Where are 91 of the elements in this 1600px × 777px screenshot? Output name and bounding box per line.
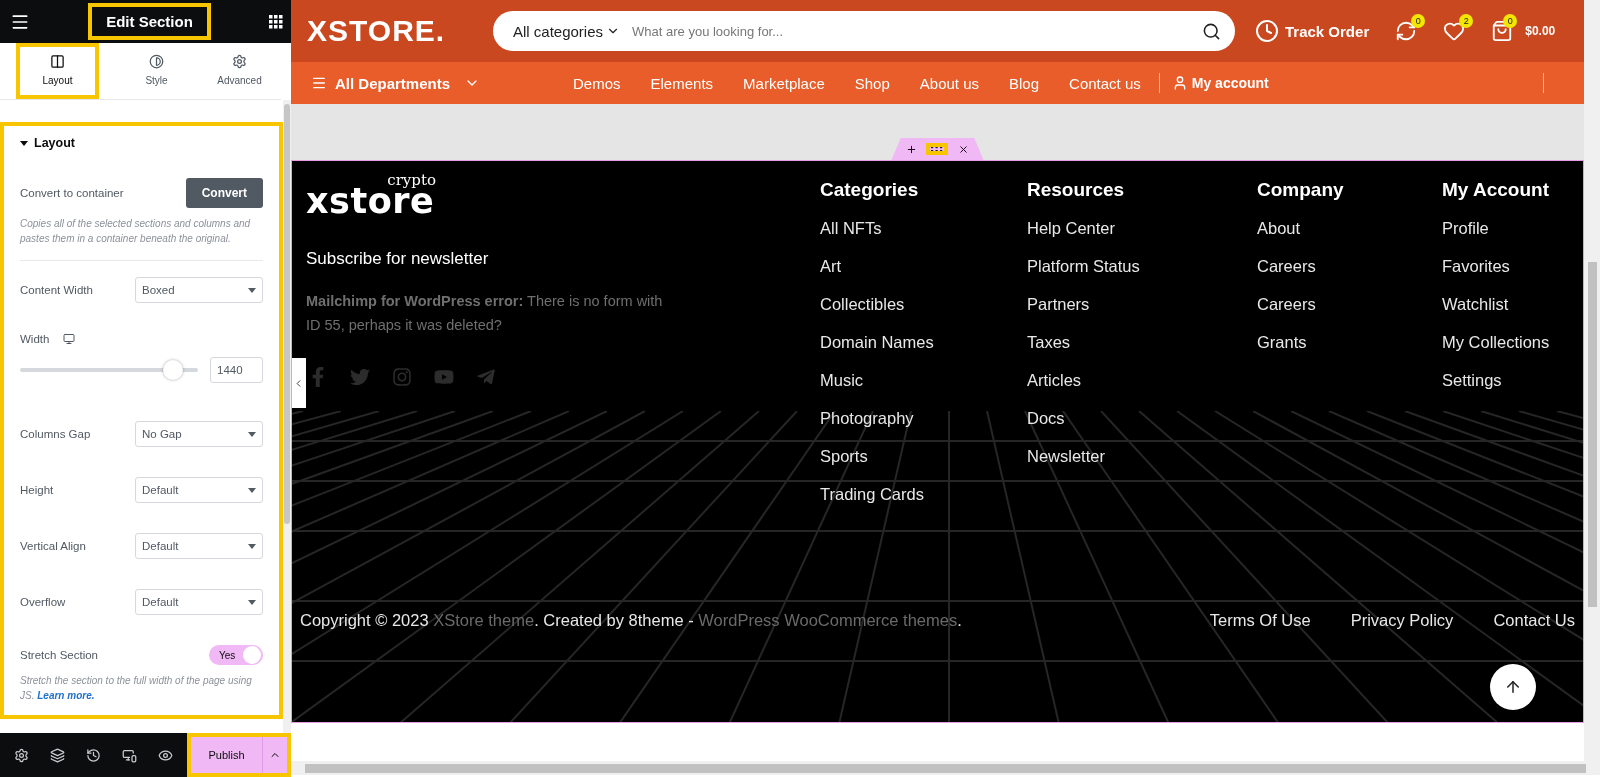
error-message: Mailchimp for WordPress error: There is no form with ID 55, perhaps it was deleted?	[306, 292, 664, 335]
column-heading: Resources	[1027, 179, 1126, 201]
field-label: Content Width	[20, 284, 93, 296]
footer-link[interactable]: Art	[820, 247, 1027, 285]
footer-link[interactable]: Help Center	[1027, 209, 1257, 247]
column-heading: Categories	[820, 179, 920, 201]
field-label: Convert to container	[20, 187, 124, 199]
store-logo[interactable]: XSTORE.	[307, 14, 477, 48]
history-icon[interactable]	[86, 747, 101, 763]
footer-link[interactable]: Profile	[1442, 209, 1583, 247]
footer-link[interactable]: Docs	[1027, 399, 1257, 437]
toggle-switch[interactable]: Yes	[209, 645, 263, 665]
select-field[interactable]: Boxed	[135, 277, 263, 303]
footer-link[interactable]: Partners	[1027, 285, 1257, 323]
field-label: Height	[20, 484, 54, 496]
panel-tab[interactable]: Advanced	[198, 43, 281, 99]
scrollbar-thumb[interactable]	[284, 104, 290, 524]
field-label: Columns Gap	[20, 428, 91, 440]
footer-link[interactable]: Newsletter	[1027, 437, 1257, 475]
help-text: Stretch the section to the full width of the page using JS. Learn more.	[20, 674, 253, 703]
eye-icon[interactable]	[157, 747, 173, 763]
legal-link[interactable]: Privacy Policy	[1350, 611, 1454, 630]
panel-tab[interactable]: Layout	[16, 43, 99, 99]
drag-handle-icon[interactable]	[926, 143, 949, 155]
scrollbar-thumb[interactable]	[1587, 262, 1597, 607]
category-dropdown[interactable]: All categories	[513, 22, 621, 40]
panel-tab[interactable]: Style	[115, 43, 198, 99]
footer-credit-link[interactable]: XStore theme	[433, 611, 535, 629]
footer-link[interactable]: Watchlist	[1442, 285, 1583, 323]
footer-link[interactable]: Platform Status	[1027, 247, 1257, 285]
footer-link[interactable]: Articles	[1027, 361, 1257, 399]
collapse-caret-icon[interactable]	[20, 140, 28, 146]
footer-link[interactable]: Favorites	[1442, 247, 1583, 285]
field-label: Vertical Align	[20, 540, 86, 552]
footer-credit-link[interactable]: WordPress WooCommerce themes	[698, 611, 958, 629]
footer-link[interactable]: Grants	[1257, 323, 1442, 361]
field-label: Width	[20, 333, 50, 345]
cart-total[interactable]: $0.00	[1525, 24, 1556, 38]
select-field[interactable]: Default	[135, 533, 263, 559]
footer-link[interactable]: Domain Names	[820, 323, 1027, 361]
count-badge: 0	[1503, 14, 1518, 28]
count-badge: 0	[1411, 14, 1426, 28]
select-field[interactable]: Default	[135, 477, 263, 503]
footer-link[interactable]: Sports	[820, 437, 1027, 475]
gear-icon	[232, 53, 247, 69]
half-circle-icon	[149, 53, 164, 69]
footer-link[interactable]: About	[1257, 209, 1442, 247]
apps-grid-icon[interactable]	[269, 14, 283, 29]
heart-icon[interactable]	[1443, 20, 1466, 42]
scrollbar-thumb[interactable]	[305, 763, 1586, 773]
footer-link[interactable]: Music	[820, 361, 1027, 399]
count-badge: 2	[1459, 14, 1474, 28]
help-text: Copies all of the selected sections and columns and pastes them in a container beneath the original.	[20, 217, 252, 246]
search-icon[interactable]	[1202, 21, 1221, 41]
search-bar[interactable]: All categories What are you looking for...	[493, 11, 1235, 51]
convert-button[interactable]: Convert	[185, 178, 263, 208]
footer-link[interactable]: Careers	[1257, 285, 1442, 323]
footer-link[interactable]: Photography	[820, 399, 1027, 437]
learn-more-link[interactable]: Learn more.	[37, 690, 95, 701]
settings-icon[interactable]	[14, 747, 30, 763]
number-field[interactable]: 1440	[210, 357, 263, 383]
field-label: Stretch Section	[20, 649, 98, 661]
footer-logo[interactable]: crypto xstore	[306, 175, 436, 219]
track-order-link[interactable]: Track Order	[1255, 19, 1370, 43]
column-heading: Company	[1257, 179, 1345, 201]
footer-link[interactable]: Settings	[1442, 361, 1583, 399]
subscribe-heading: Subscribe for newsletter	[306, 249, 490, 269]
copyright-text: Copyright © 2023 XStore theme. Created by 8theme - WordPress WooCommerce themes.	[300, 611, 962, 630]
footer-link[interactable]: Careers	[1257, 247, 1442, 285]
footer-link[interactable]: All NFTs	[820, 209, 1027, 247]
select-field[interactable]: No Gap	[135, 421, 263, 447]
add-icon[interactable]	[906, 143, 918, 155]
panel-title: Edit Section	[88, 3, 211, 40]
legal-link[interactable]: Terms Of Use	[1209, 611, 1311, 630]
column-heading: My Account	[1442, 179, 1550, 201]
columns-icon	[50, 53, 65, 69]
footer-link[interactable]: Taxes	[1027, 323, 1257, 361]
legal-link[interactable]: Contact Us	[1493, 611, 1575, 630]
section-title[interactable]: Layout	[34, 136, 75, 150]
close-icon[interactable]	[957, 143, 969, 155]
compare-icon[interactable]	[1395, 20, 1418, 42]
responsive-icon[interactable]	[121, 747, 137, 763]
footer-link[interactable]: Trading Cards	[820, 475, 1027, 513]
footer-link[interactable]: My Collections	[1442, 323, 1583, 361]
footer-link[interactable]: Collectibles	[820, 285, 1027, 323]
monitor-icon[interactable]	[63, 333, 76, 345]
slider-thumb[interactable]	[163, 360, 184, 380]
field-label: Overflow	[20, 596, 66, 608]
clock-icon[interactable]	[1255, 19, 1279, 43]
layers-icon[interactable]	[50, 747, 66, 763]
select-field[interactable]: Default	[135, 589, 263, 615]
